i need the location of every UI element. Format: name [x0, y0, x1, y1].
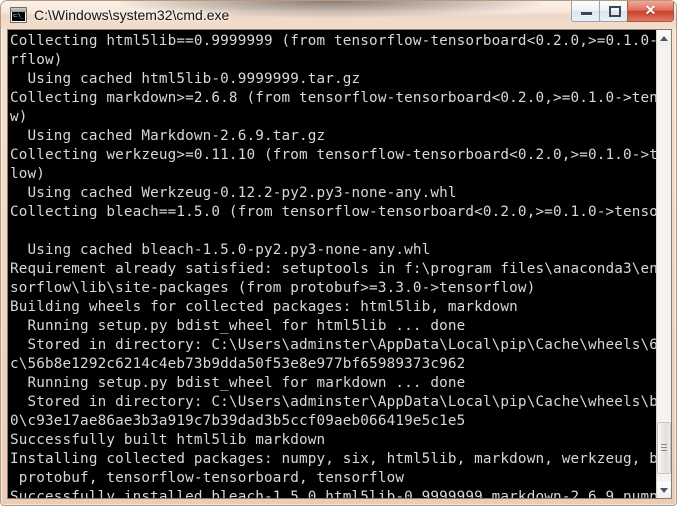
console-line: 0\c93e17ae86ae3b3a919c7b39dad3b5ccf09aeb…	[10, 413, 466, 429]
scroll-down-arrow[interactable]	[657, 482, 671, 498]
scrollbar-thumb[interactable]	[657, 422, 671, 474]
console-scrollbar[interactable]	[656, 30, 671, 498]
console-line: Using cached Werkzeug-0.12.2-py2.py3-non…	[10, 185, 457, 201]
icon-screen: c:\_	[12, 12, 25, 21]
maximize-icon	[609, 6, 621, 17]
console-client-area: Collecting html5lib==0.9999999 (from ten…	[7, 29, 672, 499]
console-line: Collecting bleach==1.5.0 (from tensorflo…	[10, 204, 656, 220]
console-line: Using cached bleach-1.5.0-py2.py3-none-a…	[10, 242, 431, 258]
close-button[interactable]: ✕	[627, 1, 674, 22]
cmd-window: c:\_ C:\Windows\system32\cmd.exe ✕ Colle…	[0, 0, 677, 506]
maximize-button[interactable]	[599, 1, 628, 22]
console-line: Requirement already satisfied: setuptool…	[10, 261, 656, 277]
console-line: Running setup.py bdist_wheel for html5li…	[10, 318, 466, 334]
console-line: Stored in directory: C:\Users\adminster\…	[10, 337, 657, 353]
chevron-up-icon	[660, 35, 668, 41]
cmd-console-icon: c:\_	[10, 7, 27, 23]
console-line: sorflow\lib\site-packages (from protobuf…	[10, 280, 536, 296]
icon-prompt-glyph: c:\_	[13, 13, 24, 19]
minimize-button[interactable]	[571, 1, 600, 22]
chevron-down-icon	[660, 487, 668, 493]
console-line: Stored in directory: C:\Users\adminster\…	[10, 394, 657, 410]
console-line: Using cached html5lib-0.9999999.tar.gz	[10, 71, 361, 87]
console-line: Collecting html5lib==0.9999999 (from ten…	[10, 33, 656, 49]
window-title: C:\Windows\system32\cmd.exe	[34, 7, 230, 23]
console-line: rflow)	[10, 52, 63, 68]
console-line: Installing collected packages: numpy, si…	[10, 451, 656, 467]
scrollbar-grip-icon	[661, 444, 667, 453]
console-line: protobuf, tensorflow-tensorboard, tensor…	[10, 470, 405, 486]
console-line: w)	[10, 109, 28, 125]
title-bar[interactable]: c:\_ C:\Windows\system32\cmd.exe ✕	[1, 1, 676, 29]
console-line: Building wheels for collected packages: …	[10, 299, 518, 315]
minimize-icon	[581, 12, 592, 15]
window-controls: ✕	[571, 1, 674, 23]
console-line: Successfully built html5lib markdown	[10, 432, 326, 448]
console-line: Collecting werkzeug>=0.11.10 (from tenso…	[10, 147, 656, 163]
close-icon: ✕	[644, 2, 657, 18]
console-line: Successfully installed bleach-1.5.0 html…	[10, 489, 656, 498]
console-line: Using cached Markdown-2.6.9.tar.gz	[10, 128, 326, 144]
console-line: Collecting markdown>=2.6.8 (from tensorf…	[10, 90, 656, 106]
console-line: c\56b8e1292c6214c4eb73b9dda50f53e8e977bf…	[10, 356, 466, 372]
console-output[interactable]: Collecting html5lib==0.9999999 (from ten…	[8, 30, 656, 498]
console-line: Running setup.py bdist_wheel for markdow…	[10, 375, 466, 391]
console-line: low)	[10, 166, 46, 182]
scroll-up-arrow[interactable]	[657, 30, 671, 46]
